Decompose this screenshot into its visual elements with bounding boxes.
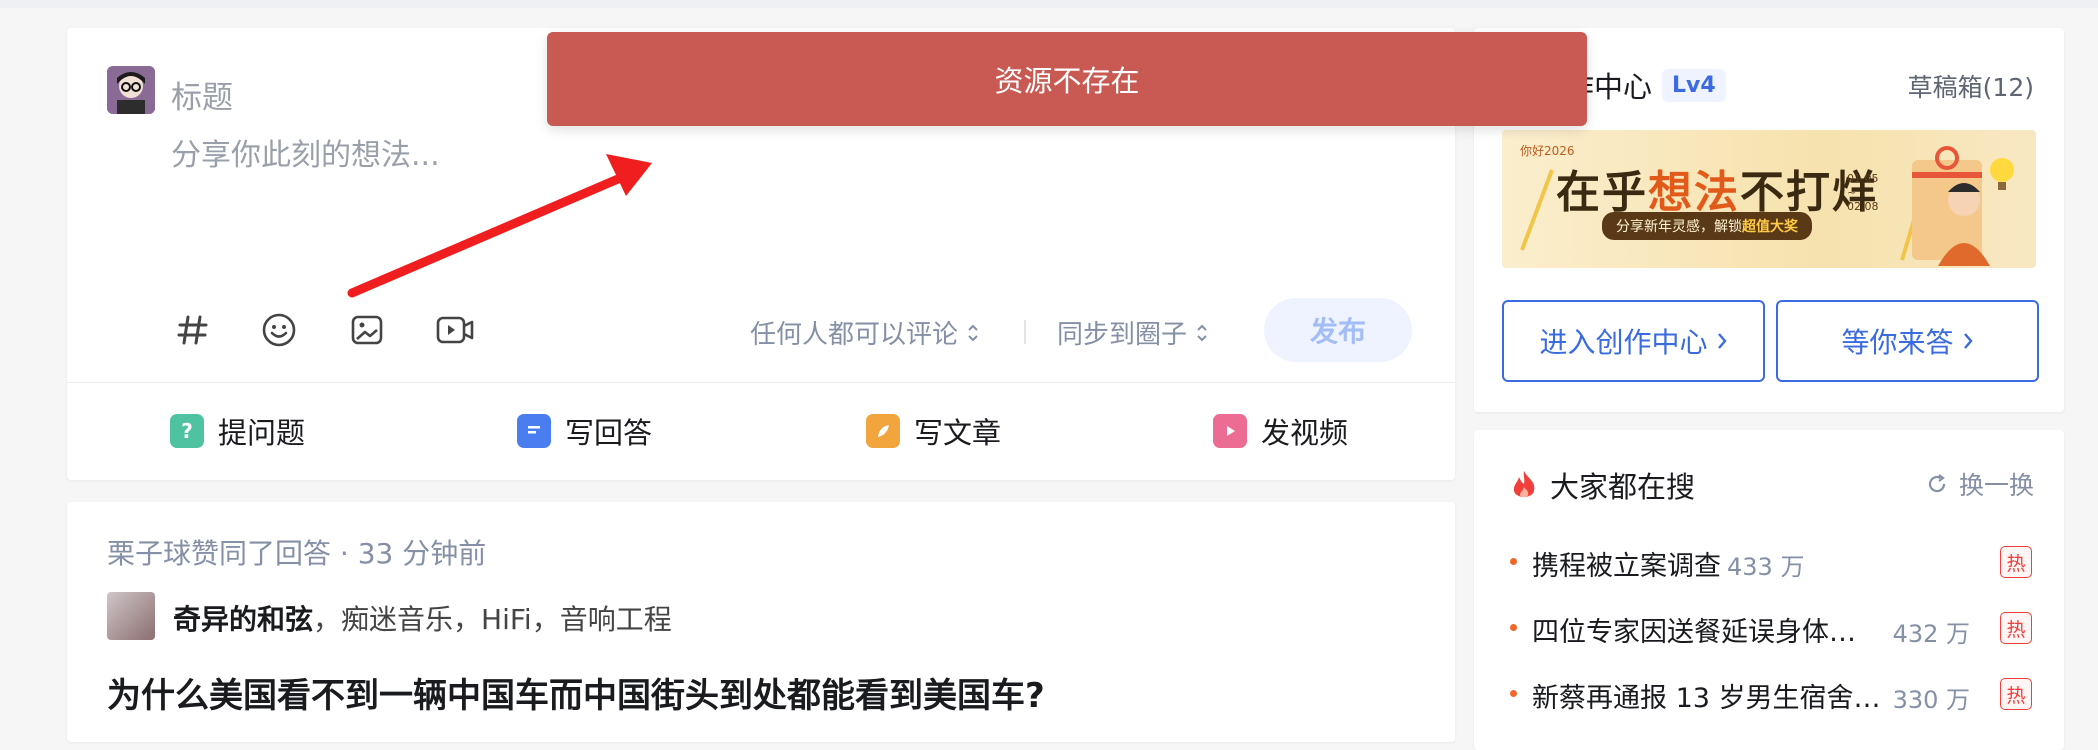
trending-item[interactable]: 四位专家因送餐延误身体… 432 万 热 [1510,608,2040,648]
post-video-label: 发视频 [1261,416,1349,450]
emoji-button[interactable] [257,308,301,352]
hashtag-button[interactable] [171,308,215,352]
write-article-label: 写文章 [914,416,1002,450]
emoji-icon [262,313,296,347]
bullet [1510,624,1517,631]
trending-header: 大家都在搜 [1510,464,1695,506]
enter-creator-center-button[interactable]: 进入创作中心 [1502,300,1765,382]
wait-for-answer-button[interactable]: 等你来答 [1776,300,2039,382]
author-name[interactable]: 奇异的和弦 [173,603,313,636]
enter-creator-center-label: 进入创作中心 [1539,326,1708,359]
ask-question-label: 提问题 [218,416,306,450]
avatar[interactable] [107,66,155,114]
video-camera-icon [436,316,474,344]
comment-permission-label: 任何人都可以评论 [750,320,959,350]
sync-circle-select[interactable]: 同步到圈子 [1057,314,1209,351]
question-title[interactable]: 为什么美国看不到一辆中国车而中国街头到处都能看到美国车? [107,668,1045,717]
post-video-button[interactable]: 发视频 [1213,410,1348,452]
hot-badge: 热 [2000,678,2032,710]
bullet [1510,690,1517,697]
trending-item-text: 携程被立案调查 433 万 [1532,551,1805,582]
chevron-right-icon [1963,333,1973,349]
content-input[interactable]: 分享你此刻的想法... [171,130,440,174]
level-badge: Lv4 [1662,68,1726,102]
refresh-button[interactable]: 换一换 [1925,466,2034,502]
article-icon [866,414,900,448]
chevron-right-icon [1717,333,1727,349]
question-icon: ? [170,414,204,448]
divider [1024,320,1026,344]
top-strip [0,0,2098,8]
video-upload-button[interactable] [433,308,477,352]
trending-item-text: 四位专家因送餐延误身体… [1532,617,1856,648]
trending-item-count: 330 万 [1892,686,1970,714]
sort-arrows-icon [1197,324,1207,341]
sync-circle-label: 同步到圈子 [1057,320,1188,350]
divider [67,382,1455,383]
image-button[interactable] [345,308,389,352]
write-article-button[interactable]: 写文章 [866,410,1001,452]
ask-question-button[interactable]: ? 提问题 [170,410,305,452]
fire-icon [1513,471,1535,498]
hot-badge: 热 [2000,612,2032,644]
refresh-label: 换一换 [1958,471,2034,500]
answer-icon [517,414,551,448]
image-icon [351,315,383,345]
author-avatar[interactable] [107,592,155,640]
feed-activity-meta: 栗子球赞同了回答 · 33 分钟前 [107,537,487,570]
trending-title: 大家都在搜 [1550,470,1696,504]
refresh-icon [1928,474,1946,493]
drafts-link[interactable]: 草稿箱(12) [1908,68,2034,104]
write-answer-button[interactable]: 写回答 [517,410,652,452]
comment-permission-select[interactable]: 任何人都可以评论 [750,314,980,351]
error-toast: 资源不存在 [547,32,1587,126]
author-info: 奇异的和弦，痴迷音乐，HiFi，音响工程 [173,598,672,638]
sort-arrows-icon [968,324,978,341]
trending-item[interactable]: 携程被立案调查 433 万 热 [1510,542,2040,582]
trending-item-text: 新蔡再通报 13 岁男生宿舍… [1532,683,1881,714]
write-answer-label: 写回答 [565,416,653,450]
trending-card: 大家都在搜 换一换 携程被立案调查 433 万 热 四位专家因送餐延误身体… 43… [1474,430,2064,750]
trending-item[interactable]: 新蔡再通报 13 岁男生宿舍… 330 万 热 [1510,674,2040,714]
promo-banner[interactable]: 你好2026 在乎想法不打烊 分享新年灵感，解锁超值大奖 01.05 ~ 02.… [1502,130,2036,268]
publish-button[interactable]: 发布 [1264,298,1412,362]
bullet [1510,558,1517,565]
hot-badge: 热 [2000,546,2032,578]
author-tags: ，痴迷音乐，HiFi，音响工程 [313,603,672,636]
hashtag-icon [177,315,208,345]
wait-for-answer-label: 等你来答 [1841,326,1954,359]
trending-item-count: 433 万 [1727,553,1805,581]
trending-item-count: 432 万 [1892,620,1970,648]
banner-illustration [1520,146,2014,266]
title-input[interactable]: 标题 [171,72,233,117]
toast-message: 资源不存在 [994,64,1140,98]
video-icon [1213,414,1247,448]
